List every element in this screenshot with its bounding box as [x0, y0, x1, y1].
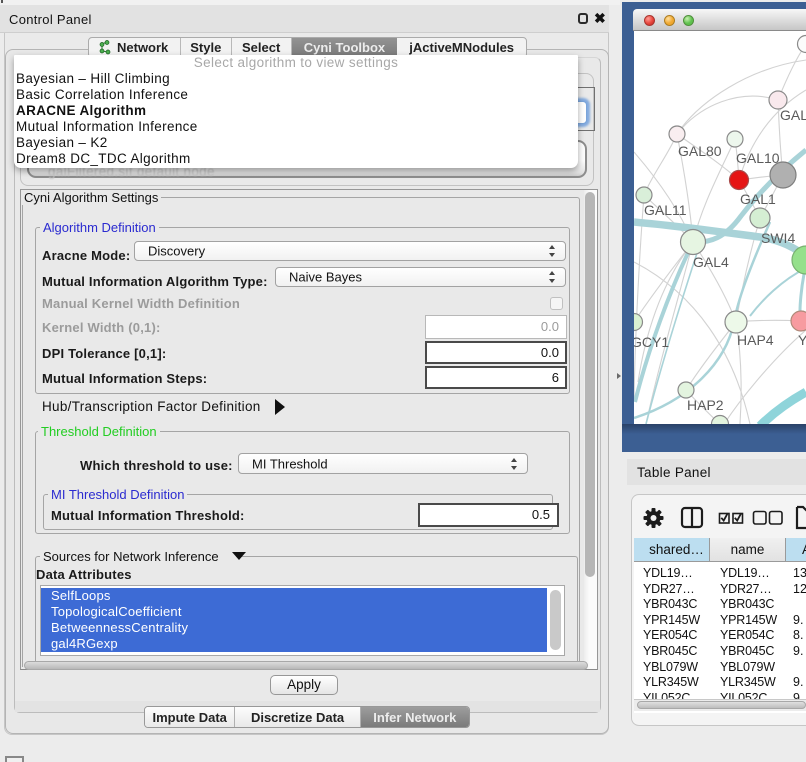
svg-text:GAL: GAL: [780, 107, 806, 123]
svg-text:HAP4: HAP4: [737, 332, 774, 348]
svg-text:HAP2: HAP2: [687, 397, 724, 413]
svg-text:GAL4: GAL4: [693, 254, 729, 270]
svg-text:GAL10: GAL10: [736, 150, 780, 166]
svg-text:GCY1: GCY1: [634, 334, 669, 350]
svg-text:GAL11: GAL11: [644, 202, 687, 218]
svg-text:GAL80: GAL80: [678, 143, 722, 159]
svg-text:SWI4: SWI4: [761, 230, 795, 246]
svg-text:Y: Y: [798, 332, 806, 348]
svg-text:GAL1: GAL1: [740, 191, 776, 207]
